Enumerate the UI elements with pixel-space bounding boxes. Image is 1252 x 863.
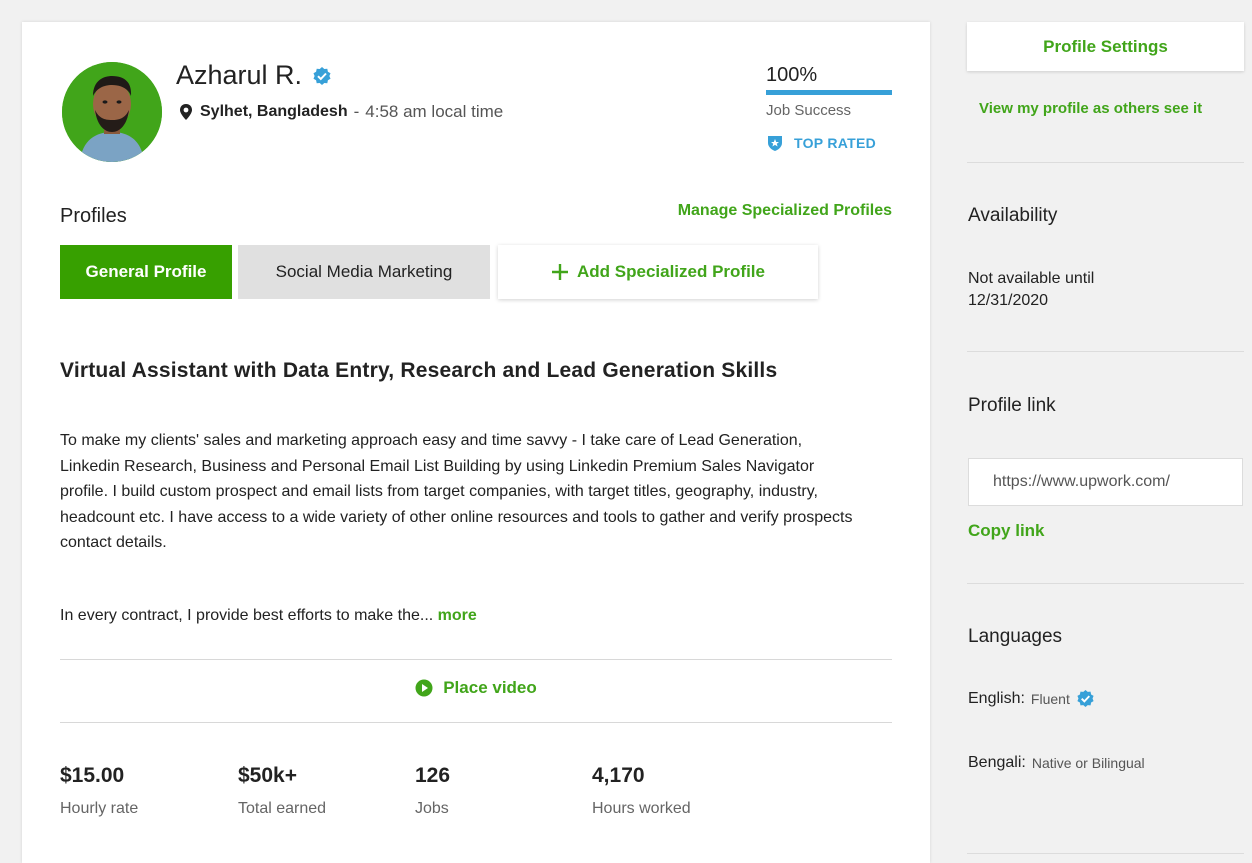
sidebar-divider xyxy=(967,583,1244,584)
divider xyxy=(60,659,892,660)
contract-text-row: In every contract, I provide best effort… xyxy=(60,607,477,625)
stat-value: 4,170 xyxy=(592,764,645,787)
verified-badge-icon xyxy=(313,66,331,85)
job-success-percent: 100% xyxy=(766,64,818,86)
profiles-heading: Profiles xyxy=(60,205,127,227)
job-success-bar-fill xyxy=(766,90,892,95)
tab-general-profile[interactable]: General Profile xyxy=(60,245,232,299)
language-level: Fluent xyxy=(1030,690,1070,707)
language-english: English: Fluent xyxy=(968,689,1095,708)
profile-name-row: Azharul R. xyxy=(176,60,332,91)
stat-label: Hourly rate xyxy=(60,800,139,817)
profile-headline: Virtual Assistant with Data Entry, Resea… xyxy=(60,359,778,382)
language-name: English: xyxy=(968,689,1025,707)
availability-text: Not available until 12/31/2020 xyxy=(968,270,1095,309)
availability-heading: Availability xyxy=(968,205,1058,226)
location-separator: - xyxy=(353,102,360,121)
profile-card: Azharul R. Sylhet, Bangladesh - 4:58 am … xyxy=(22,22,930,863)
profile-settings-button[interactable]: Profile Settings xyxy=(967,22,1244,71)
profile-description: To make my clients' sales and marketing … xyxy=(60,432,853,551)
top-rated-label: TOP RATED xyxy=(794,135,877,151)
tab-label: General Profile xyxy=(85,262,207,281)
profile-link-field[interactable]: https://www.upwork.com/ xyxy=(968,458,1243,506)
shield-icon xyxy=(768,136,782,151)
stat-hours-worked: 4,170 Hours worked xyxy=(592,764,691,818)
avatar[interactable] xyxy=(62,62,162,162)
sidebar-divider xyxy=(967,162,1244,163)
manage-specialized-profiles-link[interactable]: Manage Specialized Profiles xyxy=(678,202,892,220)
local-time: 4:58 am local time xyxy=(365,102,504,121)
stat-label: Jobs xyxy=(415,800,449,817)
languages-heading: Languages xyxy=(968,626,1063,647)
stat-value: $15.00 xyxy=(60,764,125,787)
profile-name: Azharul R. xyxy=(176,60,303,90)
location-city: Sylhet, Bangladesh xyxy=(200,103,348,120)
stat-hourly-rate: $15.00 Hourly rate xyxy=(60,764,138,818)
job-success-bar xyxy=(766,90,892,95)
verified-badge-icon xyxy=(1077,689,1094,708)
stat-jobs: 126 Jobs xyxy=(415,764,450,818)
stat-value: 126 xyxy=(415,764,451,787)
divider xyxy=(60,722,892,723)
location-row: Sylhet, Bangladesh - 4:58 am local time xyxy=(178,102,503,122)
top-rated-badge: TOP RATED xyxy=(766,134,876,152)
add-specialized-profile-button[interactable]: Add Specialized Profile xyxy=(498,245,818,299)
sidebar-divider xyxy=(967,853,1244,854)
profile-link-heading: Profile link xyxy=(968,395,1056,416)
stat-label: Total earned xyxy=(238,800,327,817)
stat-value: $50k+ xyxy=(238,764,297,787)
view-profile-as-others-link[interactable]: View my profile as others see it xyxy=(979,100,1202,117)
stat-label: Hours worked xyxy=(592,800,691,817)
language-level: Native or Bilingual xyxy=(1031,755,1145,771)
language-bengali: Bengali: Native or Bilingual xyxy=(968,754,1145,772)
tab-social-media-marketing[interactable]: Social Media Marketing xyxy=(238,245,490,299)
place-video-button[interactable]: Place video xyxy=(22,678,930,698)
plus-icon xyxy=(552,264,568,280)
tab-label: Add Specialized Profile xyxy=(577,262,765,281)
user-avatar xyxy=(62,62,162,162)
sidebar-divider xyxy=(967,351,1244,352)
more-link[interactable]: more xyxy=(438,607,477,624)
contract-text: In every contract, I provide best effort… xyxy=(60,607,434,624)
job-success-label: Job Success xyxy=(766,102,852,119)
stat-total-earned: $50k+ Total earned xyxy=(238,764,326,818)
place-video-label: Place video xyxy=(443,678,537,697)
map-pin-icon xyxy=(180,104,192,120)
copy-link-button[interactable]: Copy link xyxy=(968,521,1045,541)
play-circle-icon xyxy=(415,679,433,697)
tab-label: Social Media Marketing xyxy=(275,262,453,281)
language-name: Bengali: xyxy=(968,754,1026,771)
